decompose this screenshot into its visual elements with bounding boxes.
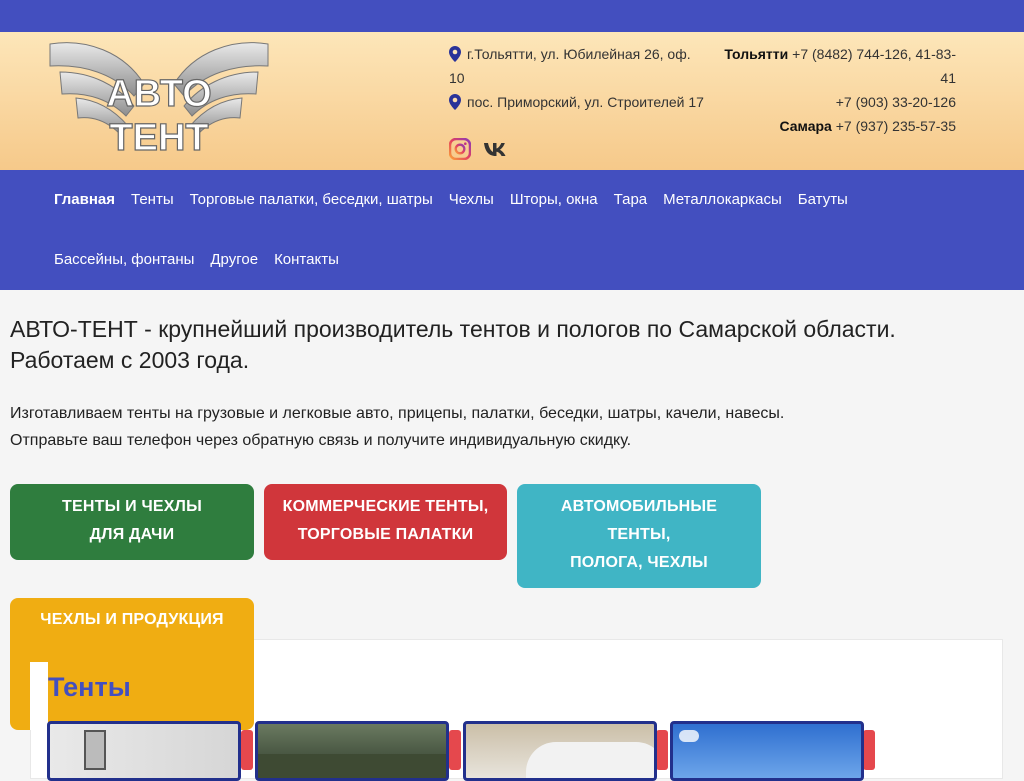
intro-line-2: Отправьте ваш телефон через обратную свя… (10, 432, 632, 449)
vk-icon[interactable] (483, 141, 507, 157)
top-bar (0, 0, 1024, 32)
nav-item-home[interactable]: Главная (46, 170, 123, 230)
nav-item-other[interactable]: Другое (202, 230, 266, 290)
button-label: ТЕНТЫ, (607, 526, 671, 543)
phone-link-samara[interactable]: +7 (937) 235-57-35 (836, 118, 956, 134)
address-text-2: пос. Приморский, ул. Строителей 17 (467, 94, 704, 110)
city-label-tolyatti: Тольятти (724, 46, 789, 62)
button-label: ТОРГОВЫЕ ПАЛАТКИ (297, 526, 474, 543)
main-nav: Главная Тенты Торговые палатки, беседки,… (0, 170, 1024, 290)
thumbnail-tent-1[interactable] (47, 721, 241, 781)
main-content: АВТО-ТЕНТ - крупнейший производитель тен… (0, 314, 1024, 454)
nav-item-containers[interactable]: Тара (606, 170, 656, 230)
thumbnail-tab (241, 730, 253, 770)
nav-item-covers[interactable]: Чехлы (441, 170, 502, 230)
nav-item-tents[interactable]: Тенты (123, 170, 182, 230)
button-label: ЧЕХЛЫ И ПРОДУКЦИЯ (40, 611, 224, 628)
intro-line-1: Изготавливаем тенты на грузовые и легков… (10, 405, 785, 422)
cloud-shape (679, 730, 699, 742)
thumbnail-tab (449, 730, 461, 770)
phone-tolyatti: Тольятти +7 (8482) 744-126, 41-83-41 (711, 42, 956, 90)
instagram-icon[interactable] (449, 138, 471, 160)
thumbnail-tent-3[interactable] (463, 721, 657, 781)
thumbnail-tab (863, 730, 875, 770)
addresses: г.Тольятти, ул. Юбилейная 26, оф. 10 пос… (449, 42, 709, 114)
intro-text: Изготавливаем тенты на грузовые и легков… (10, 400, 1014, 454)
address-text-1: г.Тольятти, ул. Юбилейная 26, оф. 10 (449, 46, 691, 86)
site-logo[interactable]: АВТО ТЕНТ (46, 38, 272, 162)
button-label: ДЛЯ ДАЧИ (89, 526, 175, 543)
nav-item-contacts[interactable]: Контакты (266, 230, 347, 290)
nav-item-trampolines[interactable]: Батуты (790, 170, 856, 230)
category-button-dacha[interactable]: ТЕНТЫ И ЧЕХЛЫ ДЛЯ ДАЧИ (10, 484, 254, 560)
address-tolyatti: г.Тольятти, ул. Юбилейная 26, оф. 10 (449, 42, 709, 90)
phone-numbers: Тольятти +7 (8482) 744-126, 41-83-41 +7 … (711, 42, 956, 138)
phone-samara: Самара +7 (937) 235-57-35 (711, 114, 956, 138)
nav-item-trade-tents[interactable]: Торговые палатки, беседки, шатры (182, 170, 441, 230)
nav-item-curtains[interactable]: Шторы, окна (502, 170, 606, 230)
site-header: АВТО ТЕНТ г.Тольятти, ул. Юбилейная 26, … (0, 32, 1024, 170)
headline-line-2: Работаем с 2003 года. (10, 347, 250, 373)
nav-item-pools[interactable]: Бассейны, фонтаны (46, 230, 202, 290)
page-headline: АВТО-ТЕНТ - крупнейший производитель тен… (10, 314, 1014, 376)
thumbnail-tent-2[interactable] (255, 721, 449, 781)
button-label: ТЕНТЫ И ЧЕХЛЫ (62, 498, 202, 515)
window-shape (84, 730, 106, 770)
logo-text-bottom: ТЕНТ (109, 117, 208, 159)
section-title-visible: Тенты (48, 672, 131, 702)
thumbnail-tab (656, 730, 668, 770)
button-label: ПОЛОГА, ЧЕХЛЫ (570, 554, 708, 571)
headline-line-1: АВТО-ТЕНТ - крупнейший производитель тен… (10, 316, 896, 342)
city-label-samara: Самара (779, 118, 832, 134)
tent-shape (526, 742, 654, 778)
map-pin-icon (449, 94, 461, 110)
social-links (449, 138, 507, 160)
phone-mobile[interactable]: +7 (903) 33-20-126 (711, 90, 956, 114)
phone-link-tolyatti[interactable]: +7 (8482) 744-126, 41-83-41 (792, 46, 956, 86)
category-button-auto[interactable]: АВТОМОБИЛЬНЫЕ ТЕНТЫ, ПОЛОГА, ЧЕХЛЫ (517, 484, 761, 588)
map-pin-icon (449, 46, 461, 62)
button-label: АВТОМОБИЛЬНЫЕ (560, 498, 718, 515)
card-edge (30, 662, 48, 730)
address-primorsky: пос. Приморский, ул. Строителей 17 (449, 90, 709, 114)
button-label: КОММЕРЧЕСКИЕ ТЕНТЫ, (282, 498, 489, 515)
category-button-commercial[interactable]: КОММЕРЧЕСКИЕ ТЕНТЫ, ТОРГОВЫЕ ПАЛАТКИ (264, 484, 507, 560)
nav-item-metal-frames[interactable]: Металлокаркасы (655, 170, 790, 230)
logo-text-top: АВТО (106, 73, 211, 115)
thumbnail-tent-4[interactable] (670, 721, 864, 781)
